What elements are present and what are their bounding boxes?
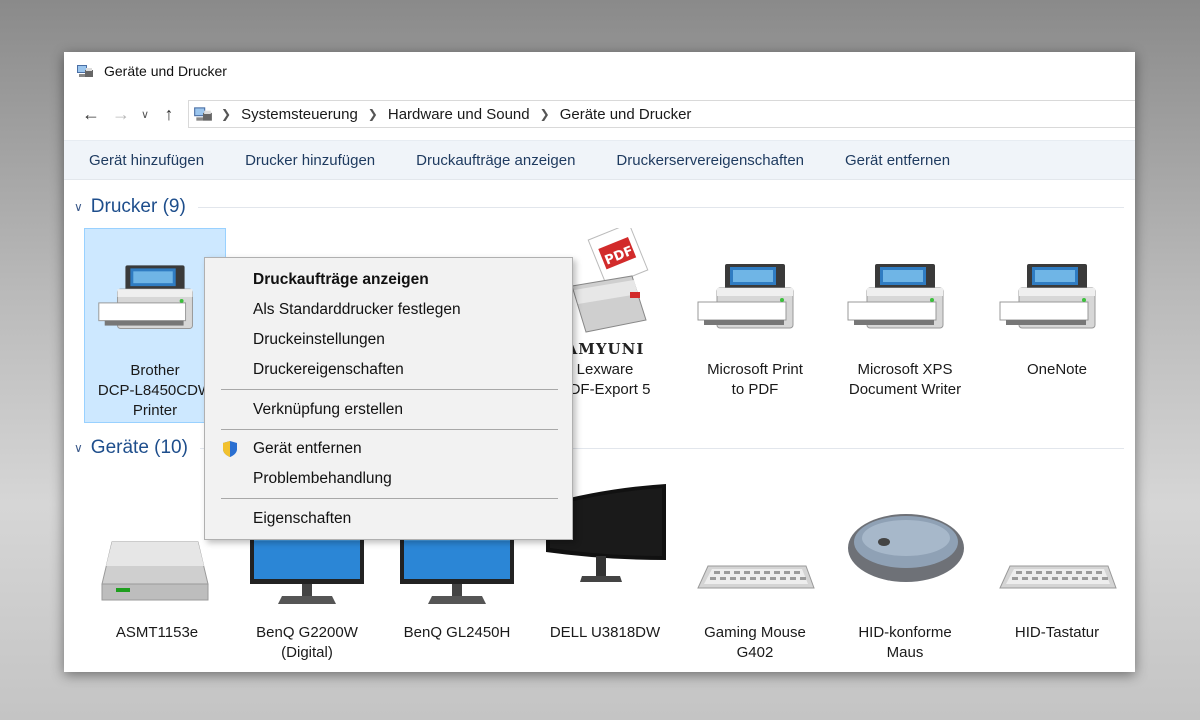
arrow-right-icon: → bbox=[112, 103, 130, 124]
printer-icon bbox=[847, 264, 944, 329]
device-label: HID-Tastatur bbox=[1014, 624, 1100, 641]
chevron-down-icon[interactable]: ∨ bbox=[74, 200, 83, 214]
window-title: Geräte und Drucker bbox=[104, 63, 227, 79]
address-bar[interactable]: ❯ Systemsteuerung ❯ Hardware und Sound ❯… bbox=[188, 100, 1135, 128]
device-microsoft-xps-writer[interactable]: Microsoft XPS Document Writer bbox=[834, 228, 976, 423]
device-microsoft-print-to-pdf[interactable]: Microsoft Print to PDF bbox=[684, 228, 826, 423]
printer-icon bbox=[697, 264, 794, 329]
forward-button[interactable]: → bbox=[106, 99, 136, 129]
device-hid-mouse[interactable]: HID-konforme Maus bbox=[834, 472, 976, 662]
menu-separator bbox=[221, 429, 558, 430]
arrow-left-icon: ← bbox=[82, 103, 100, 124]
arrow-up-icon: ↑ bbox=[164, 103, 174, 124]
menu-item-set-default-printer[interactable]: Als Standarddrucker festlegen bbox=[205, 297, 572, 323]
device-label: Gaming Mouse G402 bbox=[704, 624, 806, 661]
device-gaming-mouse-g402[interactable]: Gaming Mouse G402 bbox=[684, 472, 826, 662]
breadcrumb-systemsteuerung[interactable]: Systemsteuerung bbox=[241, 106, 358, 123]
back-button[interactable]: ← bbox=[76, 99, 106, 129]
remove-device-button[interactable]: Gerät entfernen bbox=[845, 152, 950, 169]
menu-item-remove-device[interactable]: Gerät entfernen bbox=[205, 436, 572, 462]
devices-printers-icon bbox=[77, 65, 93, 77]
menu-item-printing-preferences[interactable]: Druckeinstellungen bbox=[205, 327, 572, 353]
context-menu: Druckaufträge anzeigen Als Standarddruck… bbox=[204, 257, 573, 540]
device-label: BenQ GL2450H bbox=[403, 624, 511, 641]
breadcrumb-separator-icon[interactable]: ❯ bbox=[221, 107, 231, 121]
device-label: Microsoft XPS Document Writer bbox=[848, 361, 962, 398]
recent-locations-button[interactable]: ∨ bbox=[136, 99, 154, 129]
printer-icon bbox=[999, 264, 1096, 329]
keyboard-icon bbox=[999, 565, 1117, 589]
device-label: HID-konforme Maus bbox=[858, 624, 952, 661]
devices-group-title: Geräte (10) bbox=[90, 437, 188, 458]
address-row: ← → ∨ ↑ ❯ Systemsteuerung ❯ Hardware und… bbox=[64, 96, 1135, 132]
chevron-down-icon: ∨ bbox=[140, 108, 150, 121]
menu-item-troubleshoot[interactable]: Problembehandlung bbox=[205, 466, 572, 492]
breadcrumb-hardware-und-sound[interactable]: Hardware und Sound bbox=[388, 106, 530, 123]
add-printer-button[interactable]: Drucker hinzufügen bbox=[245, 152, 375, 169]
device-label: ASMT1153e bbox=[115, 624, 199, 641]
mouse-icon bbox=[848, 514, 964, 582]
menu-item-properties[interactable]: Eigenschaften bbox=[205, 506, 572, 532]
device-label: Microsoft Print to PDF bbox=[707, 361, 803, 398]
device-label: BenQ G2200W (Digital) bbox=[256, 624, 358, 661]
menu-item-see-print-jobs[interactable]: Druckaufträge anzeigen bbox=[205, 267, 572, 293]
keyboard-icon bbox=[697, 565, 815, 589]
menu-separator bbox=[221, 389, 558, 390]
menu-item-printer-properties[interactable]: Druckereigenschaften bbox=[205, 357, 572, 383]
menu-item-create-shortcut[interactable]: Verknüpfung erstellen bbox=[205, 397, 572, 423]
uac-shield-icon bbox=[223, 441, 237, 457]
device-onenote[interactable]: OneNote bbox=[986, 228, 1128, 423]
see-print-jobs-button[interactable]: Druckaufträge anzeigen bbox=[416, 152, 575, 169]
command-bar: Gerät hinzufügen Drucker hinzufügen Druc… bbox=[64, 140, 1135, 180]
print-server-properties-button[interactable]: Druckerservereigenschaften bbox=[616, 152, 804, 169]
printers-group-header[interactable]: ∨ Drucker (9) bbox=[74, 195, 1124, 219]
printers-group-title: Drucker (9) bbox=[90, 196, 186, 217]
device-label: DELL U3818DW bbox=[549, 624, 661, 641]
up-button[interactable]: ↑ bbox=[154, 99, 184, 129]
chevron-down-icon[interactable]: ∨ bbox=[74, 441, 83, 455]
group-divider bbox=[197, 206, 1124, 208]
add-device-button[interactable]: Gerät hinzufügen bbox=[89, 152, 204, 169]
breadcrumb-separator-icon[interactable]: ❯ bbox=[540, 107, 550, 121]
breadcrumb-separator-icon[interactable]: ❯ bbox=[368, 107, 378, 121]
title-bar: Geräte und Drucker bbox=[64, 52, 1135, 90]
device-label: OneNote bbox=[1026, 361, 1088, 378]
menu-item-label: Gerät entfernen bbox=[253, 440, 362, 457]
breadcrumb-geraete-und-drucker[interactable]: Geräte und Drucker bbox=[560, 106, 692, 123]
menu-separator bbox=[221, 498, 558, 499]
device-hid-keyboard[interactable]: HID-Tastatur bbox=[986, 472, 1128, 662]
devices-printers-icon bbox=[194, 107, 212, 121]
